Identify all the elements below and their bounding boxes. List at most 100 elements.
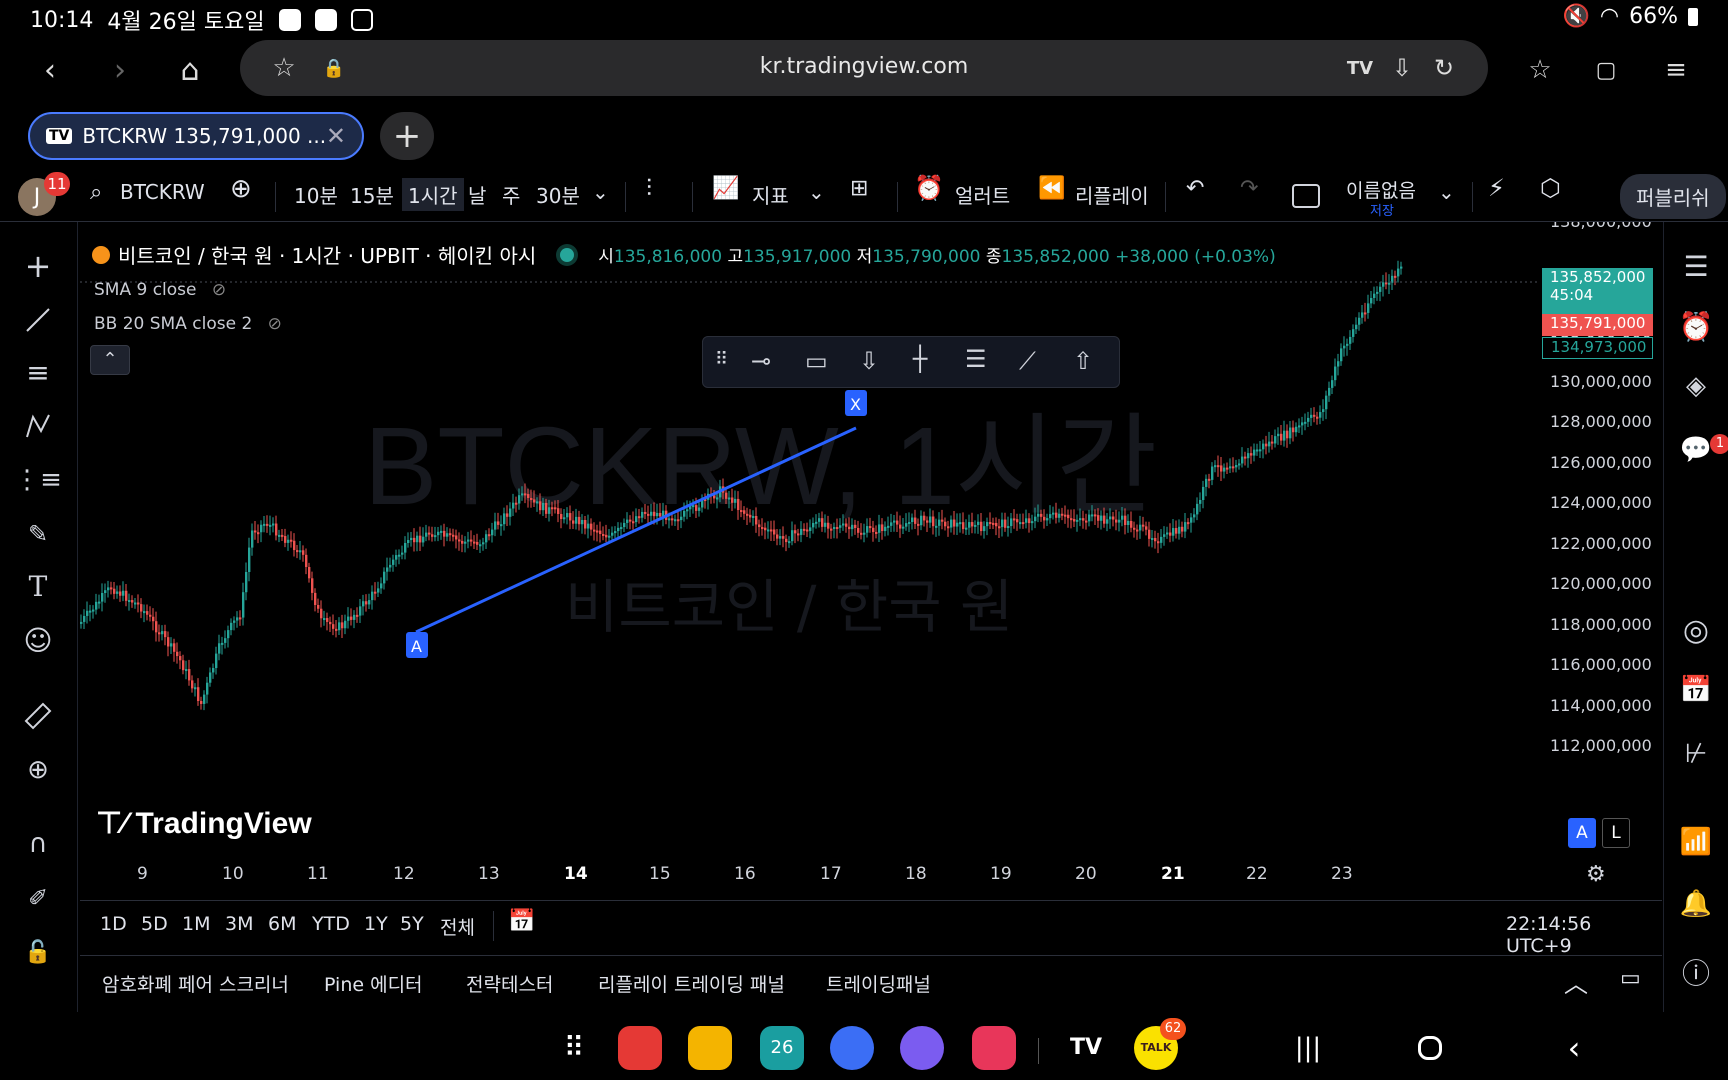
- interval-15m[interactable]: 15분: [350, 180, 394, 209]
- range-3m[interactable]: 3M: [225, 913, 253, 935]
- tradingview-app-icon[interactable]: TV: [1064, 1026, 1108, 1070]
- ruler-icon[interactable]: [18, 696, 58, 736]
- clock-display[interactable]: 22:14:56 UTC+9: [1506, 913, 1662, 957]
- interval-1h[interactable]: 1시간: [402, 178, 464, 211]
- address-bar[interactable]: ☆ 🔒 kr.tradingview.com TV ⇩ ↻: [240, 40, 1488, 96]
- range-5y[interactable]: 5Y: [400, 913, 424, 935]
- indicator-bb[interactable]: BB 20 SMA close 2 ⊘: [94, 314, 282, 334]
- layout-save-label[interactable]: 저장: [1370, 200, 1394, 219]
- tradingview-logo[interactable]: ⊤⁄ TradingView: [96, 806, 312, 841]
- log-scale-button[interactable]: L: [1602, 818, 1630, 848]
- range-1y[interactable]: 1Y: [364, 913, 388, 935]
- crosshair-icon[interactable]: ┼: [913, 345, 927, 373]
- trend-line-icon[interactable]: ⟋: [1019, 347, 1036, 375]
- price-chart[interactable]: BTCKRW, 1시간 비트코인 / 한국 원 A X: [80, 222, 1540, 862]
- new-tab-button[interactable]: +: [380, 112, 434, 160]
- publish-button[interactable]: 퍼블리쉬: [1620, 174, 1726, 219]
- active-tab[interactable]: TV BTCKRW 135,791,000 ... ✕: [28, 112, 364, 160]
- goto-date-icon[interactable]: 📅: [508, 909, 535, 934]
- help-icon[interactable]: ⓘ: [1676, 952, 1716, 992]
- calendar-app-icon[interactable]: 26: [760, 1026, 804, 1070]
- time-axis[interactable]: 9 10 11 12 13 14 15 16 17 18 19 20 21 22 23: [80, 862, 1662, 892]
- range-6m[interactable]: 6M: [268, 913, 296, 935]
- settings-gear-icon[interactable]: ⬡: [1540, 174, 1561, 202]
- trend-line-icon[interactable]: [18, 300, 58, 340]
- tab-crypto-screener[interactable]: 암호화폐 페어 스크리너: [102, 970, 289, 997]
- interval-10m[interactable]: 10분: [294, 180, 338, 209]
- tab-trading-panel[interactable]: 트레이딩패널: [826, 970, 931, 997]
- lines-icon[interactable]: ☰: [965, 345, 987, 373]
- bookmarks-icon[interactable]: ☆: [1518, 48, 1562, 92]
- messages-app-icon[interactable]: [830, 1026, 874, 1070]
- brush-icon[interactable]: ✎: [18, 514, 58, 554]
- alarm-clock-icon[interactable]: ⏰: [1676, 306, 1716, 346]
- fullscreen-icon[interactable]: [1292, 184, 1320, 208]
- chevron-down-icon[interactable]: ⌄: [592, 180, 609, 204]
- alert-button[interactable]: 얼러트: [955, 180, 1010, 209]
- app-drawer-icon[interactable]: ⠿: [552, 1026, 596, 1070]
- expand-panel-icon[interactable]: ︿: [1564, 964, 1588, 999]
- undo-icon[interactable]: ↶: [1186, 176, 1204, 201]
- chat-icon[interactable]: 💬: [1676, 430, 1716, 470]
- calendar-icon[interactable]: 📅: [1676, 670, 1716, 710]
- compare-add-icon[interactable]: ⊕: [230, 174, 252, 204]
- interval-30m[interactable]: 30분: [536, 180, 580, 209]
- indicators-button[interactable]: 지표: [752, 180, 789, 209]
- layout-name[interactable]: 이름없음: [1346, 176, 1416, 203]
- magnet-icon[interactable]: ∩: [18, 824, 58, 864]
- range-1d[interactable]: 1D: [100, 913, 127, 935]
- url-text[interactable]: kr.tradingview.com: [240, 54, 1488, 79]
- maximize-panel-icon[interactable]: ▭: [1620, 966, 1641, 991]
- indicators-icon[interactable]: 📈: [712, 176, 739, 201]
- legend-title[interactable]: 비트코인 / 한국 원 · 1시간 · UPBIT · 헤이킨 아시: [118, 240, 536, 269]
- tab-strategy-tester[interactable]: 전략테스터: [466, 970, 553, 997]
- tab-replay-trading[interactable]: 리플레이 트레이딩 패널: [598, 970, 785, 997]
- lock-icon[interactable]: 🔓: [18, 932, 58, 972]
- emoji-icon[interactable]: ☺: [18, 620, 58, 660]
- recents-icon[interactable]: |||: [1286, 1026, 1330, 1070]
- symbol-search[interactable]: BTCKRW: [120, 180, 205, 204]
- feed-icon[interactable]: 📶: [1676, 822, 1716, 862]
- time-axis-settings-icon[interactable]: ⚙: [1586, 862, 1606, 887]
- watchlist-icon[interactable]: ☰: [1676, 246, 1716, 286]
- tab-pine-editor[interactable]: Pine 에디터: [324, 970, 423, 997]
- layers-icon[interactable]: ◈: [1676, 366, 1716, 406]
- text-tool-icon[interactable]: T: [18, 566, 58, 606]
- alert-clock-icon[interactable]: ⏰: [914, 174, 944, 202]
- pitchfork-icon[interactable]: ⊬: [1676, 734, 1716, 774]
- hidden-eye-icon[interactable]: ⊘: [268, 314, 282, 334]
- candle-type-icon[interactable]: ⫶: [646, 174, 652, 202]
- zoom-in-icon[interactable]: ⊕: [18, 750, 58, 790]
- chevron-down-icon[interactable]: ⌄: [808, 180, 825, 204]
- tabs-icon[interactable]: ▢: [1584, 48, 1628, 92]
- notes-app-icon[interactable]: [618, 1026, 662, 1070]
- line-style-icon[interactable]: ⊸: [751, 347, 771, 375]
- arrow-down-icon[interactable]: ⇩: [859, 347, 879, 375]
- chevron-down-icon[interactable]: ⌄: [1438, 180, 1455, 204]
- fib-retracement-icon[interactable]: ≡: [18, 352, 58, 392]
- comment-icon[interactable]: ▭: [805, 347, 828, 375]
- back-icon[interactable]: ‹: [28, 48, 72, 92]
- symbol-search-icon[interactable]: ⌕: [90, 180, 102, 205]
- pattern-icon[interactable]: [18, 406, 58, 446]
- target-icon[interactable]: ◎: [1676, 610, 1716, 650]
- nav-back-icon[interactable]: ‹: [1552, 1026, 1596, 1070]
- lock-drawings-icon[interactable]: ✐: [18, 878, 58, 918]
- home-icon[interactable]: ⌂: [168, 48, 212, 92]
- browser-app-icon[interactable]: [900, 1026, 944, 1070]
- replay-button[interactable]: 리플레이: [1075, 180, 1149, 209]
- prediction-tools-icon[interactable]: ⋮≡: [14, 460, 62, 500]
- redo-icon[interactable]: ↷: [1240, 176, 1258, 201]
- close-tab-icon[interactable]: ✕: [326, 122, 346, 150]
- range-5d[interactable]: 5D: [141, 913, 168, 935]
- range-ytd[interactable]: YTD: [312, 913, 350, 935]
- replay-icon[interactable]: ⏪: [1038, 176, 1065, 201]
- arrow-up-icon[interactable]: ⇧: [1073, 347, 1093, 375]
- chart-pane[interactable]: BTCKRW, 1시간 비트코인 / 한국 원 A X: [80, 222, 1540, 862]
- bell-icon[interactable]: 🔔: [1676, 884, 1716, 924]
- home-button-icon[interactable]: [1418, 1036, 1442, 1060]
- templates-icon[interactable]: ⊞: [850, 176, 868, 201]
- interval-week[interactable]: 주: [502, 180, 520, 209]
- interval-day[interactable]: 날: [468, 180, 486, 209]
- collapse-legend-button[interactable]: ⌃: [90, 345, 130, 375]
